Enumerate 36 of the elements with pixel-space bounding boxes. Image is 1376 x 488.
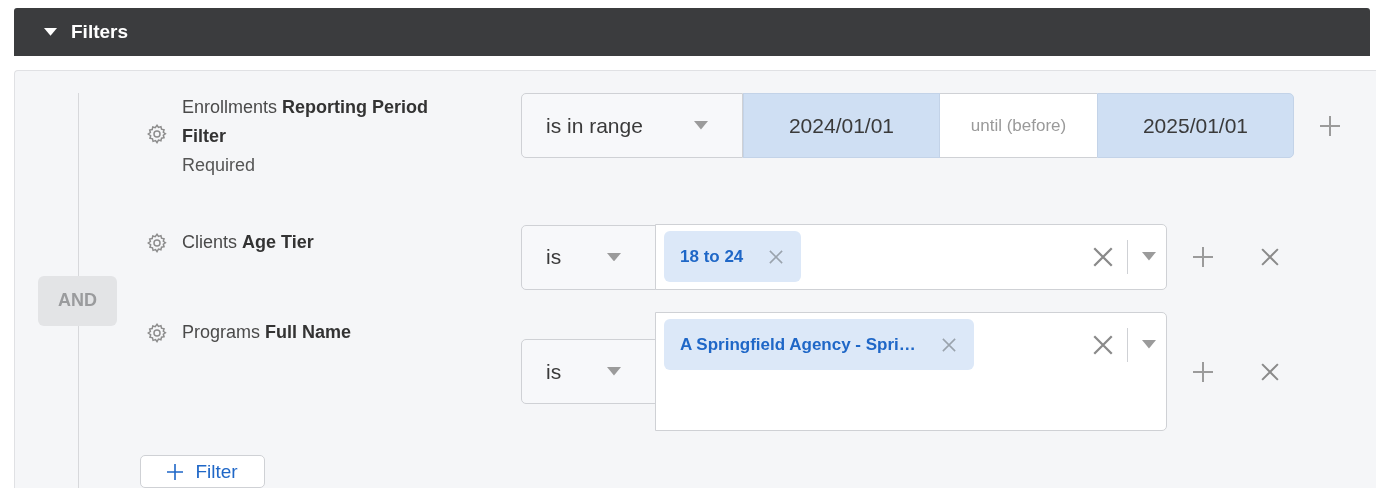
collapse-caret-icon	[44, 28, 57, 36]
chip-remove-icon[interactable]	[941, 337, 956, 352]
plus-icon	[167, 463, 184, 480]
required-note: Required	[182, 154, 257, 177]
gear-icon[interactable]	[146, 123, 168, 145]
filters-header[interactable]: Filters	[14, 8, 1370, 56]
section-title: Filters	[71, 21, 129, 43]
range-separator: until (before)	[940, 93, 1097, 158]
chip-label: 18 to 24	[680, 246, 744, 267]
caret-icon	[1142, 340, 1156, 349]
clear-icon[interactable]	[1093, 334, 1113, 355]
add-icon[interactable]	[1193, 247, 1213, 267]
start-date-field[interactable]: 2024/01/01	[743, 93, 940, 158]
operator-select[interactable]: is	[521, 339, 656, 404]
multi-select-field[interactable]: 18 to 24	[655, 224, 1167, 290]
gear-icon[interactable]	[146, 232, 168, 254]
end-date-field[interactable]: 2025/01/01	[1097, 93, 1294, 158]
add-filter-button[interactable]: Filter	[140, 455, 265, 488]
chip-remove-icon[interactable]	[769, 249, 784, 264]
filter-label: Programs Full Name	[182, 321, 353, 344]
add-icon[interactable]	[1193, 361, 1213, 382]
clear-icon[interactable]	[1093, 246, 1113, 267]
remove-icon[interactable]	[1261, 248, 1279, 266]
multi-select-field[interactable]: A Springfield Agency - Spri…	[655, 312, 1167, 431]
filter-label: Enrollments Reporting Period Filter	[182, 96, 430, 148]
gear-icon[interactable]	[146, 322, 168, 344]
operator-select[interactable]: is	[521, 224, 656, 290]
remove-icon[interactable]	[1261, 362, 1279, 381]
caret-icon	[607, 367, 621, 376]
caret-icon	[694, 121, 708, 130]
chip-label: A Springfield Agency - Spri…	[680, 334, 916, 355]
operator-select[interactable]: is in range	[521, 93, 743, 158]
caret-icon	[607, 252, 621, 262]
filter-label: Clients Age Tier	[182, 231, 315, 254]
caret-icon	[1142, 252, 1156, 261]
add-icon[interactable]	[1320, 115, 1340, 136]
